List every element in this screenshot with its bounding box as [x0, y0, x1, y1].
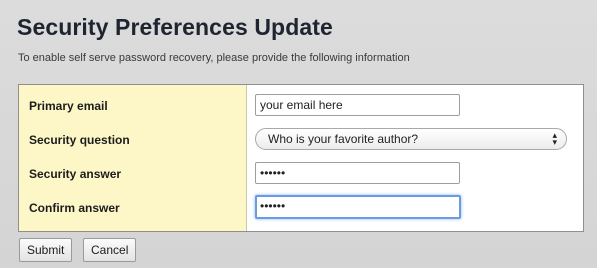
security-question-label: Security question: [29, 133, 130, 147]
security-question-select[interactable]: Who is your favorite author? ▴ ▾: [255, 128, 567, 150]
security-question-selected: Who is your favorite author?: [268, 132, 419, 146]
security-answer-input[interactable]: ••••••: [255, 162, 460, 184]
security-answer-label: Security answer: [29, 167, 122, 181]
confirm-answer-label: Confirm answer: [29, 201, 120, 215]
primary-email-input[interactable]: your email here: [255, 94, 460, 116]
select-arrows-icon: ▴ ▾: [552, 130, 557, 147]
page: Security Preferences Update To enable se…: [0, 0, 597, 268]
primary-email-label: Primary email: [29, 99, 108, 113]
security-form: Primary email your email here Security q…: [18, 84, 584, 232]
page-title: Security Preferences Update: [17, 14, 333, 40]
submit-button[interactable]: Submit: [19, 238, 73, 262]
page-subtitle: To enable self serve password recovery, …: [18, 52, 410, 64]
confirm-answer-input[interactable]: ••••••: [255, 195, 461, 219]
cancel-button[interactable]: Cancel: [83, 238, 137, 262]
